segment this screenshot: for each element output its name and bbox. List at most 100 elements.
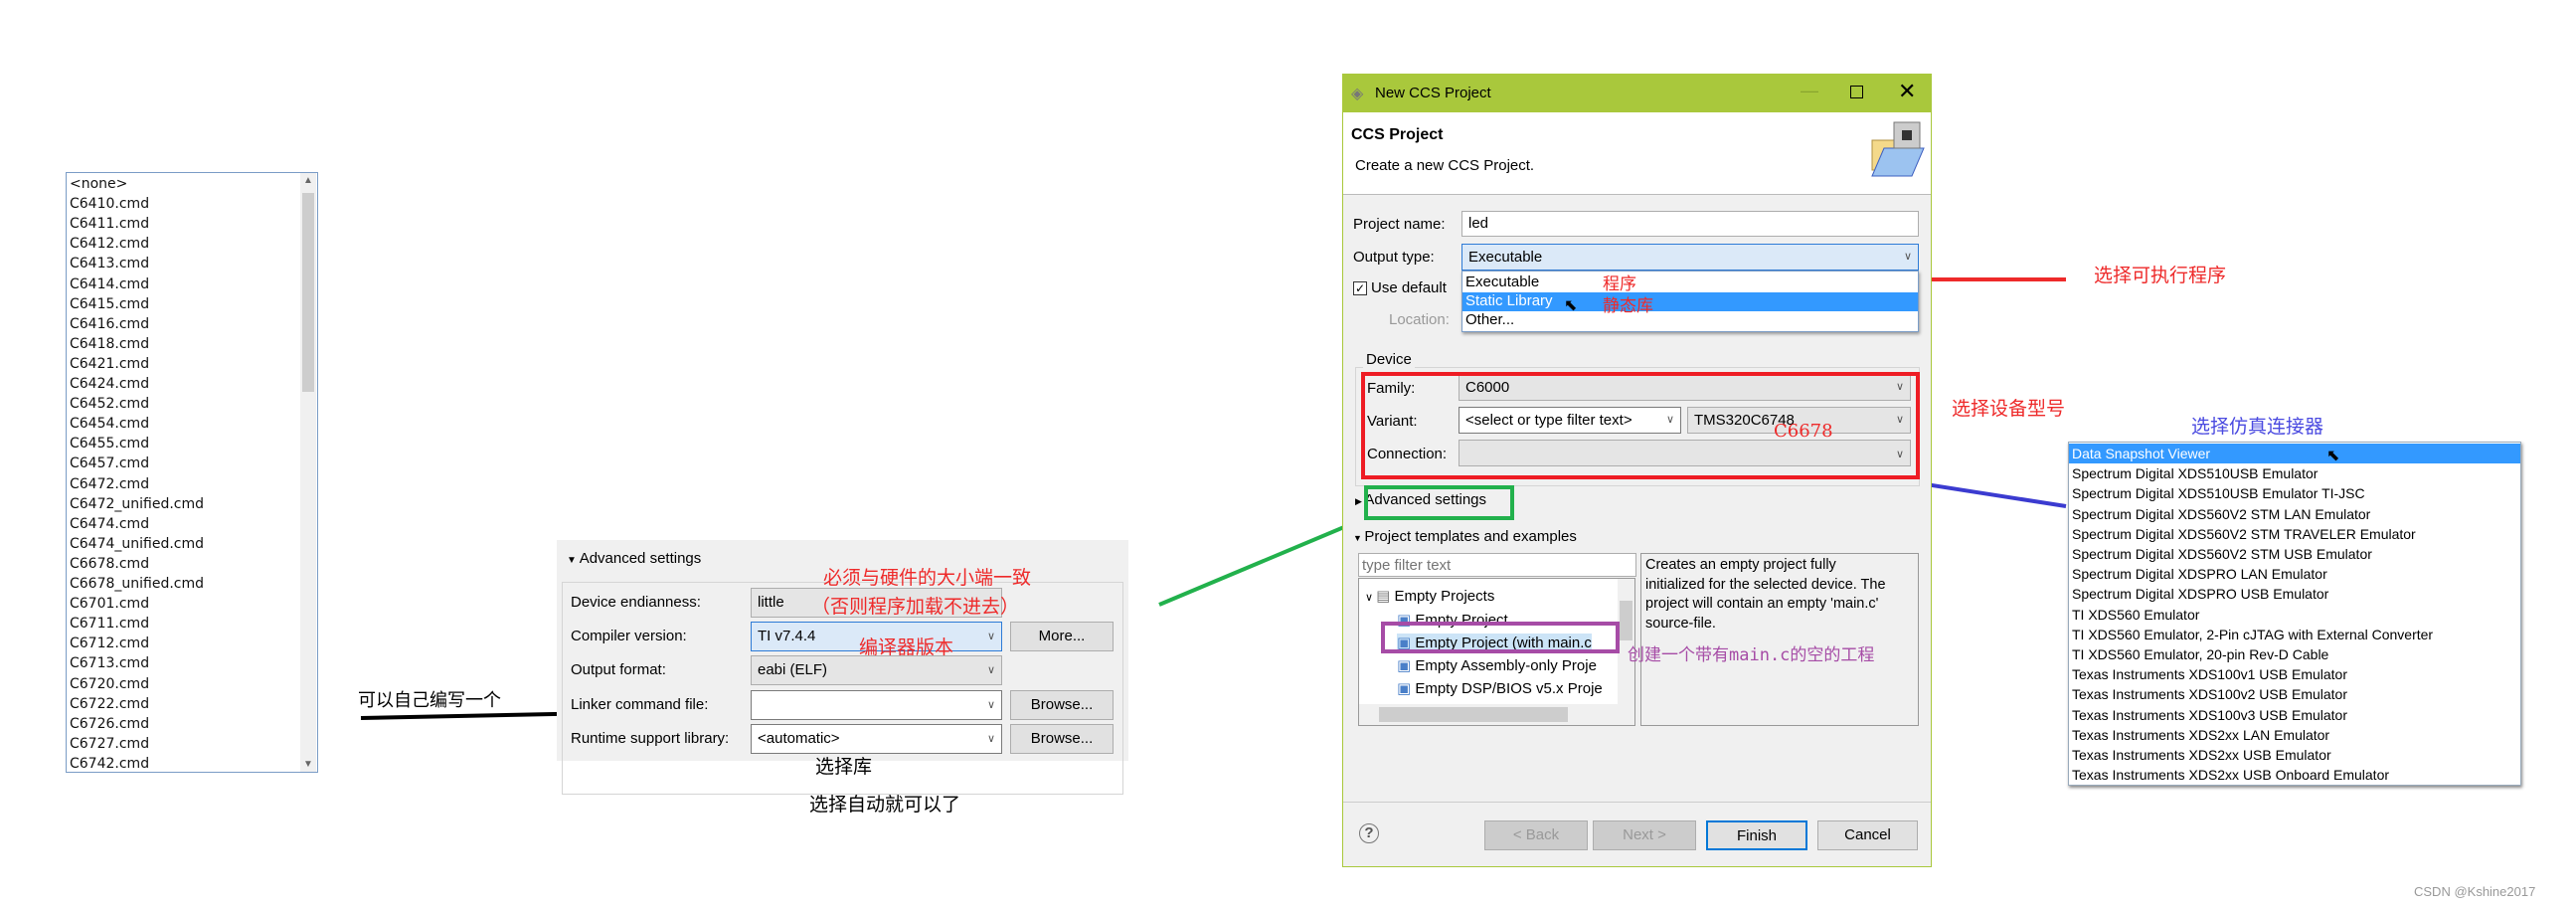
scroll-down-icon[interactable]: ▼ [303, 759, 313, 770]
next-button[interactable]: Next > [1593, 820, 1696, 850]
list-item[interactable]: C6411.cmd [70, 214, 149, 234]
connection-option[interactable]: TI XDS560 Emulator [2069, 605, 2520, 625]
connection-option[interactable]: Texas Instruments XDS100v1 USB Emulator [2069, 664, 2520, 684]
list-item[interactable]: C6727.cmd [70, 734, 149, 754]
output-format-select[interactable]: eabi (ELF) ∨ [751, 655, 1002, 685]
list-item[interactable]: C6678.cmd [70, 554, 149, 574]
list-item[interactable]: C6421.cmd [70, 354, 149, 374]
list-item[interactable]: C6414.cmd [70, 274, 149, 294]
scrollbar-thumb[interactable] [302, 193, 314, 392]
option-other[interactable]: Other... [1462, 311, 1918, 330]
output-format-value: eabi (ELF) [758, 661, 828, 678]
connection-option[interactable]: Texas Instruments XDS2xx LAN Emulator [2069, 725, 2520, 745]
list-item[interactable]: C6711.cmd [70, 614, 149, 634]
more-button[interactable]: More... [1010, 622, 1114, 651]
list-item[interactable]: C6742.cmd [70, 754, 149, 774]
connection-option[interactable]: TI XDS560 Emulator, 20-pin Rev-D Cable [2069, 644, 2520, 664]
runtime-browse-button[interactable]: Browse... [1010, 724, 1114, 754]
tree-group-empty-projects[interactable]: ∨ ▤ Empty Projects [1365, 587, 1494, 605]
scroll-up-icon[interactable]: ▲ [303, 175, 313, 186]
project-name-input[interactable]: led [1461, 211, 1919, 237]
templates-label: Project templates and examples [1364, 528, 1577, 545]
list-item[interactable]: C6474.cmd [70, 514, 149, 534]
list-item[interactable]: C6424.cmd [70, 374, 149, 394]
connection-option[interactable]: Data Snapshot Viewer [2069, 444, 2520, 463]
list-scrollbar[interactable]: ▲ ▼ [300, 173, 316, 772]
list-item[interactable]: C6412.cmd [70, 234, 149, 254]
linker-browse-button[interactable]: Browse... [1010, 690, 1114, 720]
list-item[interactable]: C6726.cmd [70, 714, 149, 734]
list-item[interactable]: C6678_unified.cmd [70, 574, 204, 594]
connection-option[interactable]: Texas Instruments XDS100v2 USB Emulator [2069, 684, 2520, 704]
list-item[interactable]: C6701.cmd [70, 594, 149, 614]
connection-option[interactable]: TI XDS560 Emulator, 2-Pin cJTAG with Ext… [2069, 625, 2520, 644]
option-static-library[interactable]: Static Library [1462, 292, 1918, 311]
connection-option[interactable]: Spectrum Digital XDS510USB Emulator [2069, 463, 2520, 483]
minimize-icon[interactable]: — [1801, 81, 1818, 101]
compiler-version-label: Compiler version: [571, 628, 687, 644]
runtime-library-label: Runtime support library: [571, 730, 730, 747]
annotation-choose-lib: 选择库 [815, 756, 873, 778]
annotation-choose-emulator: 选择仿真连接器 [2191, 416, 2324, 438]
connection-option[interactable]: Spectrum Digital XDS560V2 STM TRAVELER E… [2069, 524, 2520, 544]
output-type-select[interactable]: Executable ∨ [1461, 244, 1919, 271]
list-item[interactable]: C6720.cmd [70, 674, 149, 694]
list-item[interactable]: C6454.cmd [70, 414, 149, 434]
chevron-down-icon: ∨ [986, 631, 995, 642]
finish-button[interactable]: Finish [1706, 820, 1807, 850]
tree-hscroll-thumb[interactable] [1379, 707, 1568, 722]
list-item[interactable]: C6452.cmd [70, 394, 149, 414]
list-item[interactable]: C6474_unified.cmd [70, 534, 204, 554]
list-item[interactable]: C6472_unified.cmd [70, 494, 204, 514]
list-item[interactable]: C6410.cmd [70, 194, 149, 214]
annotation-choose-device: 选择设备型号 [1952, 398, 2066, 420]
connection-option[interactable]: Spectrum Digital XDS560V2 STM USB Emulat… [2069, 544, 2520, 564]
connection-option[interactable]: Spectrum Digital XDS560V2 STM LAN Emulat… [2069, 504, 2520, 524]
tree-hscrollbar[interactable] [1359, 704, 1634, 725]
tree-item[interactable]: ▣ Empty DSP/BIOS v5.x Proje [1397, 679, 1603, 697]
list-item[interactable]: C6722.cmd [70, 694, 149, 714]
use-default-checkbox[interactable]: ✓ [1353, 281, 1367, 295]
cancel-button[interactable]: Cancel [1817, 820, 1918, 850]
location-label: Location: [1389, 311, 1450, 328]
list-item[interactable]: C6455.cmd [70, 434, 149, 454]
connection-dropdown-list[interactable]: Data Snapshot Viewer Spectrum Digital XDS… [2068, 442, 2521, 786]
list-item[interactable]: C6457.cmd [70, 454, 149, 473]
linker-cmd-dropdown-list[interactable]: <none> C6410.cmd C6411.cmd C6412.cmd C6413.c… [66, 172, 318, 773]
list-item[interactable]: C6418.cmd [70, 334, 149, 354]
back-button[interactable]: < Back [1484, 820, 1588, 850]
close-icon[interactable]: ✕ [1898, 79, 1916, 104]
list-item[interactable]: C6713.cmd [70, 653, 149, 673]
runtime-library-select[interactable]: <automatic> ∨ [751, 724, 1002, 754]
list-item[interactable]: C6416.cmd [70, 314, 149, 334]
connection-option[interactable]: Texas Instruments XDS2xx USB Onboard Emu… [2069, 765, 2520, 785]
project-name-label: Project name: [1353, 216, 1446, 233]
project-name-value: led [1468, 215, 1489, 232]
connection-option[interactable]: Spectrum Digital XDSPRO USB Emulator [2069, 584, 2520, 604]
connection-option[interactable]: Texas Instruments XDS100v3 USB Emulator [2069, 705, 2520, 725]
help-icon[interactable]: ? [1359, 823, 1379, 843]
advanced-settings-header[interactable]: ▼ Advanced settings [567, 550, 701, 567]
template-description: Creates an empty project fully initializ… [1640, 553, 1919, 726]
tree-vscroll-thumb[interactable] [1620, 601, 1632, 640]
runtime-library-value: <automatic> [758, 730, 840, 747]
green-connector-line [1158, 517, 1364, 607]
connection-option[interactable]: Texas Instruments XDS2xx USB Emulator [2069, 745, 2520, 765]
connection-option[interactable]: Spectrum Digital XDS510USB Emulator TI-J… [2069, 483, 2520, 503]
linker-cmd-select[interactable]: ∨ [751, 690, 1002, 720]
list-item[interactable]: C6413.cmd [70, 254, 149, 273]
connection-option[interactable]: Spectrum Digital XDSPRO LAN Emulator [2069, 564, 2520, 584]
tree-item[interactable]: ▣ Empty Assembly-only Proje [1397, 656, 1597, 674]
list-item[interactable]: C6712.cmd [70, 634, 149, 653]
templates-toggle[interactable]: ▼ Project templates and examples [1353, 528, 1577, 545]
option-executable[interactable]: Executable [1462, 273, 1918, 292]
watermark: CSDN @Kshine2017 [2414, 884, 2536, 899]
list-item[interactable]: C6415.cmd [70, 294, 149, 314]
endianness-value: little [758, 594, 784, 611]
device-highlight-box [1361, 372, 1920, 479]
maximize-icon[interactable] [1850, 86, 1863, 98]
template-filter-input[interactable] [1358, 553, 1636, 577]
list-item[interactable]: C6472.cmd [70, 474, 149, 494]
annotation-empty-main: 创建一个带有main.c的空的工程 [1628, 645, 1875, 665]
list-item[interactable]: <none> [70, 174, 127, 194]
